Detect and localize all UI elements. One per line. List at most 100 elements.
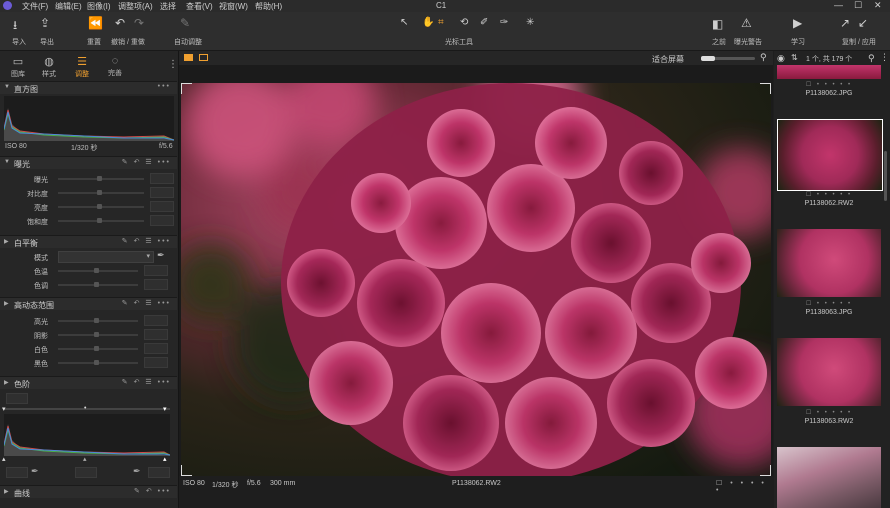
browser-scrollbar[interactable] xyxy=(884,151,887,201)
rotate-icon[interactable]: ⟲ xyxy=(460,17,468,28)
auto-adjust-label[interactable]: 自动调整 xyxy=(174,37,202,47)
levels-input-mid[interactable] xyxy=(75,467,97,478)
exposure-value[interactable] xyxy=(150,173,174,184)
wb-mode-select[interactable]: ▾ xyxy=(58,251,154,263)
thumbnail-rating[interactable]: ☐ • • • • • xyxy=(774,191,884,198)
tab-refine[interactable]: ◌ 完善 xyxy=(99,51,131,81)
copy-apply-label[interactable]: 复制 / 应用 xyxy=(842,37,876,47)
menu-adjustments[interactable]: 调整项(A) xyxy=(118,1,153,12)
wb-temp-value[interactable] xyxy=(144,265,168,276)
levels-input-low[interactable] xyxy=(6,467,28,478)
saturation-value[interactable] xyxy=(150,215,174,226)
tab-library[interactable]: ▭ 图库 xyxy=(2,51,34,81)
menu-view[interactable]: 查看(V) xyxy=(186,1,213,12)
highlight-value[interactable] xyxy=(144,315,168,326)
menu-file[interactable]: 文件(F) xyxy=(22,1,48,12)
crop-corner-tr[interactable] xyxy=(760,83,771,94)
highlight-knob[interactable] xyxy=(94,318,99,323)
levels-input-high[interactable] xyxy=(148,467,170,478)
white-balance-header[interactable]: ▶ 白平衡 ✎ ↶ ☰ ••• xyxy=(0,235,177,248)
zoom-slider[interactable] xyxy=(701,56,755,61)
undo-icon[interactable]: ↶ xyxy=(115,16,125,30)
main-photo[interactable] xyxy=(181,83,771,476)
menu-edit[interactable]: 编辑(E) xyxy=(55,1,82,12)
pan-hand-icon[interactable]: ✋ xyxy=(422,17,434,28)
levels-highlight-handle[interactable]: ▾ xyxy=(163,405,167,413)
tool-actions-icon[interactable]: ✎ ↶ ☰ ••• xyxy=(122,378,171,386)
learn-label[interactable]: 学习 xyxy=(791,37,805,47)
hdr-header[interactable]: ▶ 高动态范围 ✎ ↶ ☰ ••• xyxy=(0,297,177,310)
sort-icon[interactable]: ⇅ xyxy=(791,53,798,62)
levels-channel-select[interactable] xyxy=(6,393,28,404)
levels-input-shadow-handle[interactable]: ▴ xyxy=(2,455,6,463)
learn-icon[interactable]: ▶ xyxy=(793,16,802,30)
levels-input-mid-handle[interactable]: ▴ xyxy=(83,455,87,463)
contrast-value[interactable] xyxy=(150,187,174,198)
exposure-knob[interactable] xyxy=(97,176,102,181)
import-label[interactable]: 导入 xyxy=(12,37,26,47)
thumbnail-rating[interactable]: ☐ • • • • • xyxy=(774,81,884,88)
minimize-icon[interactable]: — xyxy=(834,0,843,10)
eyedropper-icon[interactable]: ✒ xyxy=(31,466,39,477)
before-after-icon[interactable]: ◧ xyxy=(712,17,723,31)
brightness-knob[interactable] xyxy=(97,204,102,209)
menu-image[interactable]: 图像(I) xyxy=(87,1,111,12)
wb-temp-knob[interactable] xyxy=(94,268,99,273)
auto-adjust-icon[interactable]: ✎ xyxy=(180,16,190,30)
histogram-header[interactable]: ▼ 直方图 ••• xyxy=(0,81,177,94)
tool-actions-icon[interactable]: ✎ ↶ ☰ ••• xyxy=(122,299,171,307)
maximize-icon[interactable]: ☐ xyxy=(854,0,862,11)
levels-shadow-handle[interactable]: ▾ xyxy=(2,405,6,413)
shadow-knob[interactable] xyxy=(94,332,99,337)
thumbnail-selected[interactable] xyxy=(777,119,883,191)
more-icon[interactable]: ⋮ xyxy=(168,59,178,70)
reset-icon[interactable]: ⏪ xyxy=(88,16,103,30)
tool-actions-icon[interactable]: ✎ ↶ ☰ ••• xyxy=(122,158,171,166)
redo-icon[interactable]: ↷ xyxy=(134,16,144,30)
levels-mid-handle[interactable]: • xyxy=(84,405,86,412)
grid-view-icon[interactable] xyxy=(184,54,193,61)
thumbnail[interactable] xyxy=(777,229,881,297)
reset-label[interactable]: 重置 xyxy=(87,37,101,47)
crop-icon[interactable]: ⌗ xyxy=(438,17,444,28)
rating-icon[interactable]: ☐ • • • • • xyxy=(716,479,773,494)
apply-icon[interactable]: ↙ xyxy=(858,16,868,30)
exposure-warning-icon[interactable]: ⚠ xyxy=(741,16,752,30)
picker-icon[interactable]: ✑ xyxy=(500,17,508,28)
export-icon[interactable]: ⇪ xyxy=(40,16,50,30)
thumbnail-rating[interactable]: ☐ • • • • • xyxy=(774,300,884,307)
white-value[interactable] xyxy=(144,343,168,354)
crop-corner-bl[interactable] xyxy=(181,465,192,476)
levels-output-track[interactable] xyxy=(4,408,170,410)
levels-input-highlight-handle[interactable]: ▴ xyxy=(163,455,167,463)
thumbnail-rating[interactable]: ☐ • • • • • xyxy=(774,409,884,416)
before-label[interactable]: 之前 xyxy=(712,37,726,47)
thumbnail[interactable] xyxy=(777,447,881,508)
single-view-icon[interactable] xyxy=(199,54,208,61)
brush-icon[interactable]: ✐ xyxy=(480,17,488,28)
app-logo-icon[interactable] xyxy=(3,1,12,10)
tool-actions-icon[interactable]: ✎ ↶ ••• xyxy=(134,487,171,495)
brightness-value[interactable] xyxy=(150,201,174,212)
zoom-icon[interactable]: ⚲ xyxy=(760,52,767,63)
menu-window[interactable]: 视窗(W) xyxy=(219,1,248,12)
menu-help[interactable]: 帮助(H) xyxy=(255,1,282,12)
exposure-warning-label[interactable]: 曝光警告 xyxy=(734,37,762,47)
fit-screen-label[interactable]: 适合屏幕 xyxy=(652,54,684,65)
undo-redo-label[interactable]: 撤销 / 重做 xyxy=(111,37,145,47)
select-cursor-icon[interactable]: ↖ xyxy=(400,17,408,28)
tab-style[interactable]: ◍ 样式 xyxy=(33,51,65,81)
tool-actions-icon[interactable]: ✎ ↶ ☰ ••• xyxy=(122,237,171,245)
close-icon[interactable]: ✕ xyxy=(874,0,882,11)
levels-header[interactable]: ▶ 色阶 ✎ ↶ ☰ ••• xyxy=(0,376,177,389)
star-tool-icon[interactable]: ✳ xyxy=(526,17,534,28)
thumbnail[interactable] xyxy=(777,65,881,79)
saturation-knob[interactable] xyxy=(97,218,102,223)
export-label[interactable]: 导出 xyxy=(40,37,54,47)
search-icon[interactable]: ⚲ xyxy=(868,53,875,64)
shadow-value[interactable] xyxy=(144,329,168,340)
tab-adjust[interactable]: ☰ 调整 xyxy=(66,51,98,83)
thumbnail[interactable] xyxy=(777,338,881,406)
import-icon[interactable]: ⭳ xyxy=(13,16,17,37)
eyedropper-icon[interactable]: ✒ xyxy=(157,250,165,261)
